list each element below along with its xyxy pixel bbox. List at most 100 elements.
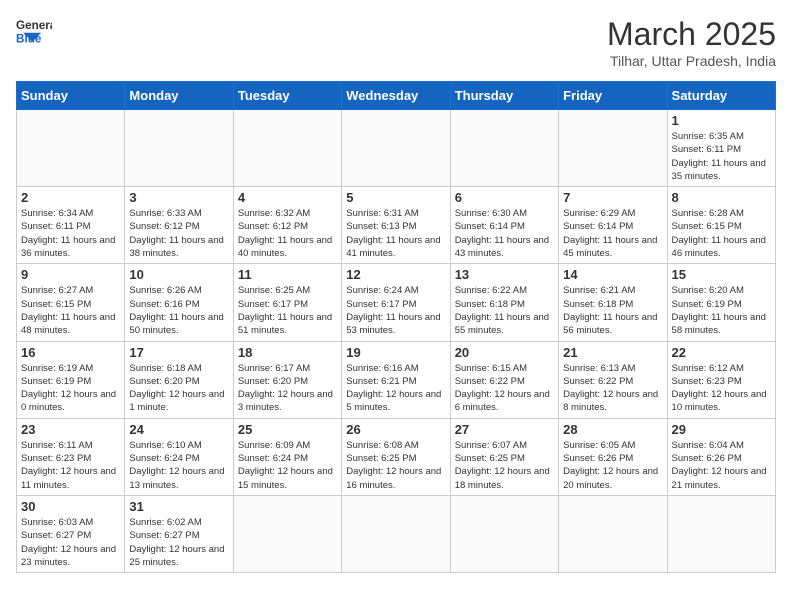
day-info: Sunrise: 6:16 AM Sunset: 6:21 PM Dayligh… (346, 362, 445, 415)
day-number: 24 (129, 422, 228, 437)
calendar-row: 16 Sunrise: 6:19 AM Sunset: 6:19 PM Dayli… (17, 341, 776, 418)
table-row: 25Sunrise: 6:09 AM Sunset: 6:24 PM Dayli… (233, 418, 341, 495)
table-row (17, 110, 125, 187)
svg-text:General: General (16, 19, 52, 32)
day-info: Sunrise: 6:30 AM Sunset: 6:14 PM Dayligh… (455, 207, 554, 260)
table-row: 6Sunrise: 6:30 AM Sunset: 6:14 PM Daylig… (450, 187, 558, 264)
table-row (233, 495, 341, 572)
day-info: Sunrise: 6:17 AM Sunset: 6:20 PM Dayligh… (238, 362, 337, 415)
table-row (342, 110, 450, 187)
day-info: Sunrise: 6:21 AM Sunset: 6:18 PM Dayligh… (563, 284, 662, 337)
day-info: Sunrise: 6:33 AM Sunset: 6:12 PM Dayligh… (129, 207, 228, 260)
day-number: 23 (21, 422, 120, 437)
table-row (233, 110, 341, 187)
day-info: Sunrise: 6:15 AM Sunset: 6:22 PM Dayligh… (455, 362, 554, 415)
day-number: 26 (346, 422, 445, 437)
table-row: 23Sunrise: 6:11 AM Sunset: 6:23 PM Dayli… (17, 418, 125, 495)
day-info: Sunrise: 6:10 AM Sunset: 6:24 PM Dayligh… (129, 439, 228, 492)
generalblue-logo-icon: General Blue (16, 16, 52, 44)
svg-text:Blue: Blue (16, 33, 42, 44)
table-row: 4 Sunrise: 6:32 AM Sunset: 6:12 PM Daylig… (233, 187, 341, 264)
table-row: 30 Sunrise: 6:03 AM Sunset: 6:27 PM Dayli… (17, 495, 125, 572)
calendar-row: 9 Sunrise: 6:27 AM Sunset: 6:15 PM Daylig… (17, 264, 776, 341)
table-row: 22 Sunrise: 6:12 AM Sunset: 6:23 PM Dayli… (667, 341, 775, 418)
calendar-row: 2 Sunrise: 6:34 AM Sunset: 6:11 PM Daylig… (17, 187, 776, 264)
day-number: 21 (563, 345, 662, 360)
day-info: Sunrise: 6:02 AM Sunset: 6:27 PM Dayligh… (129, 516, 228, 569)
day-number: 9 (21, 267, 120, 282)
table-row: 8Sunrise: 6:28 AM Sunset: 6:15 PM Daylig… (667, 187, 775, 264)
day-info: Sunrise: 6:13 AM Sunset: 6:22 PM Dayligh… (563, 362, 662, 415)
day-number: 30 (21, 499, 120, 514)
table-row: 7 Sunrise: 6:29 AM Sunset: 6:14 PM Daylig… (559, 187, 667, 264)
table-row: 28 Sunrise: 6:05 AM Sunset: 6:26 PM Dayli… (559, 418, 667, 495)
table-row: 12Sunrise: 6:24 AM Sunset: 6:17 PM Dayli… (342, 264, 450, 341)
table-row: 16 Sunrise: 6:19 AM Sunset: 6:19 PM Dayli… (17, 341, 125, 418)
day-info: Sunrise: 6:26 AM Sunset: 6:16 PM Dayligh… (129, 284, 228, 337)
day-number: 1 (672, 113, 771, 128)
day-info: Sunrise: 6:04 AM Sunset: 6:26 PM Dayligh… (672, 439, 771, 492)
table-row (667, 495, 775, 572)
table-row: 13Sunrise: 6:22 AM Sunset: 6:18 PM Dayli… (450, 264, 558, 341)
day-info: Sunrise: 6:08 AM Sunset: 6:25 PM Dayligh… (346, 439, 445, 492)
day-number: 10 (129, 267, 228, 282)
day-info: Sunrise: 6:34 AM Sunset: 6:11 PM Dayligh… (21, 207, 120, 260)
table-row: 18 Sunrise: 6:17 AM Sunset: 6:20 PM Dayli… (233, 341, 341, 418)
table-row: 24 Sunrise: 6:10 AM Sunset: 6:24 PM Dayli… (125, 418, 233, 495)
day-info: Sunrise: 6:07 AM Sunset: 6:25 PM Dayligh… (455, 439, 554, 492)
day-info: Sunrise: 6:03 AM Sunset: 6:27 PM Dayligh… (21, 516, 120, 569)
day-number: 17 (129, 345, 228, 360)
day-info: Sunrise: 6:27 AM Sunset: 6:15 PM Dayligh… (21, 284, 120, 337)
page-header: General Blue March 2025 Tilhar, Uttar Pr… (16, 16, 776, 69)
day-number: 4 (238, 190, 337, 205)
day-number: 15 (672, 267, 771, 282)
day-info: Sunrise: 6:09 AM Sunset: 6:24 PM Dayligh… (238, 439, 337, 492)
header-thursday: Thursday (450, 82, 558, 110)
day-number: 28 (563, 422, 662, 437)
table-row (125, 110, 233, 187)
table-row: 20 Sunrise: 6:15 AM Sunset: 6:22 PM Dayli… (450, 341, 558, 418)
day-number: 12 (346, 267, 445, 282)
day-info: Sunrise: 6:35 AM Sunset: 6:11 PM Dayligh… (672, 130, 771, 183)
day-info: Sunrise: 6:19 AM Sunset: 6:19 PM Dayligh… (21, 362, 120, 415)
table-row: 19 Sunrise: 6:16 AM Sunset: 6:21 PM Dayli… (342, 341, 450, 418)
day-info: Sunrise: 6:31 AM Sunset: 6:13 PM Dayligh… (346, 207, 445, 260)
header-monday: Monday (125, 82, 233, 110)
day-info: Sunrise: 6:22 AM Sunset: 6:18 PM Dayligh… (455, 284, 554, 337)
table-row: 27 Sunrise: 6:07 AM Sunset: 6:25 PM Dayli… (450, 418, 558, 495)
day-info: Sunrise: 6:18 AM Sunset: 6:20 PM Dayligh… (129, 362, 228, 415)
location-subtitle: Tilhar, Uttar Pradesh, India (607, 53, 776, 69)
header-sunday: Sunday (17, 82, 125, 110)
day-info: Sunrise: 6:28 AM Sunset: 6:15 PM Dayligh… (672, 207, 771, 260)
header-saturday: Saturday (667, 82, 775, 110)
table-row: 29 Sunrise: 6:04 AM Sunset: 6:26 PM Dayli… (667, 418, 775, 495)
table-row (450, 110, 558, 187)
day-info: Sunrise: 6:29 AM Sunset: 6:14 PM Dayligh… (563, 207, 662, 260)
title-block: March 2025 Tilhar, Uttar Pradesh, India (607, 16, 776, 69)
calendar-row: 1 Sunrise: 6:35 AM Sunset: 6:11 PM Daylig… (17, 110, 776, 187)
day-number: 7 (563, 190, 662, 205)
table-row (450, 495, 558, 572)
day-info: Sunrise: 6:12 AM Sunset: 6:23 PM Dayligh… (672, 362, 771, 415)
day-number: 2 (21, 190, 120, 205)
table-row (559, 495, 667, 572)
day-number: 31 (129, 499, 228, 514)
day-number: 14 (563, 267, 662, 282)
day-number: 27 (455, 422, 554, 437)
day-number: 19 (346, 345, 445, 360)
day-number: 16 (21, 345, 120, 360)
weekday-header-row: Sunday Monday Tuesday Wednesday Thursday… (17, 82, 776, 110)
table-row: 21 Sunrise: 6:13 AM Sunset: 6:22 PM Dayli… (559, 341, 667, 418)
header-tuesday: Tuesday (233, 82, 341, 110)
table-row: 5Sunrise: 6:31 AM Sunset: 6:13 PM Daylig… (342, 187, 450, 264)
day-number: 22 (672, 345, 771, 360)
day-number: 20 (455, 345, 554, 360)
day-info: Sunrise: 6:05 AM Sunset: 6:26 PM Dayligh… (563, 439, 662, 492)
day-info: Sunrise: 6:20 AM Sunset: 6:19 PM Dayligh… (672, 284, 771, 337)
day-info: Sunrise: 6:32 AM Sunset: 6:12 PM Dayligh… (238, 207, 337, 260)
table-row (559, 110, 667, 187)
calendar-row: 23Sunrise: 6:11 AM Sunset: 6:23 PM Dayli… (17, 418, 776, 495)
day-number: 18 (238, 345, 337, 360)
month-title: March 2025 (607, 16, 776, 53)
day-number: 29 (672, 422, 771, 437)
